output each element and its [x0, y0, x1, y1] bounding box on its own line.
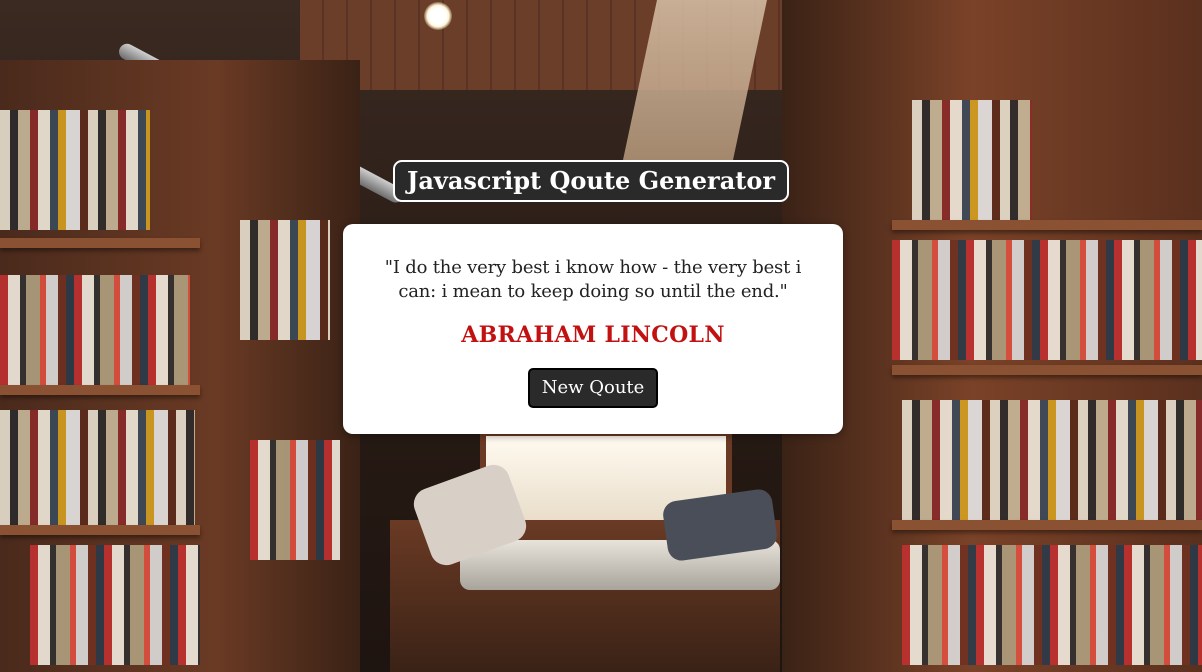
page-title: Javascript Qoute Generator — [393, 160, 789, 202]
shelf-plank — [0, 385, 200, 395]
book-row — [902, 400, 1202, 520]
right-bookshelf — [782, 0, 1202, 672]
book-row — [0, 410, 195, 530]
quote-author: ABRAHAM LINCOLN — [461, 322, 725, 348]
book-row — [912, 100, 1032, 220]
book-row — [0, 275, 190, 395]
book-row — [30, 545, 200, 665]
ceiling — [300, 0, 860, 90]
shelf-plank — [892, 520, 1202, 530]
shelf-plank — [892, 365, 1202, 375]
shelf-plank — [0, 238, 200, 248]
book-row — [892, 240, 1202, 360]
shelf-plank — [892, 220, 1202, 230]
shelf-plank — [0, 525, 200, 535]
book-row — [902, 545, 1202, 665]
book-row — [0, 110, 150, 230]
book-row — [240, 220, 330, 340]
ceiling-light — [424, 2, 452, 30]
new-quote-button[interactable]: New Qoute — [528, 368, 658, 408]
left-bookshelf — [0, 60, 360, 672]
quote-card: "I do the very best i know how - the ver… — [343, 224, 843, 434]
book-row — [250, 440, 340, 560]
quote-text: "I do the very best i know how - the ver… — [384, 257, 802, 302]
